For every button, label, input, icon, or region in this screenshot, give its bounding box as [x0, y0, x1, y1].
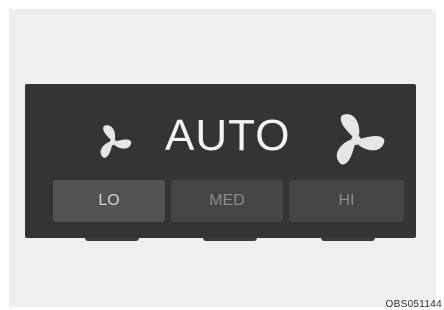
fan-high-icon — [325, 109, 387, 171]
fan-speed-lo-button[interactable]: LO — [53, 180, 165, 222]
fan-speed-panel: AUTO LO MED HI — [25, 84, 416, 238]
button-tab-hi — [321, 238, 375, 241]
figure-code: OBS051144 — [386, 299, 442, 310]
fan-speed-hi-button[interactable]: HI — [289, 180, 404, 222]
button-tab-lo — [85, 238, 139, 241]
fan-speed-med-button[interactable]: MED — [171, 180, 283, 222]
button-tab-med — [203, 238, 257, 241]
auto-mode-label: AUTO — [165, 106, 285, 166]
fan-low-icon — [93, 122, 133, 162]
